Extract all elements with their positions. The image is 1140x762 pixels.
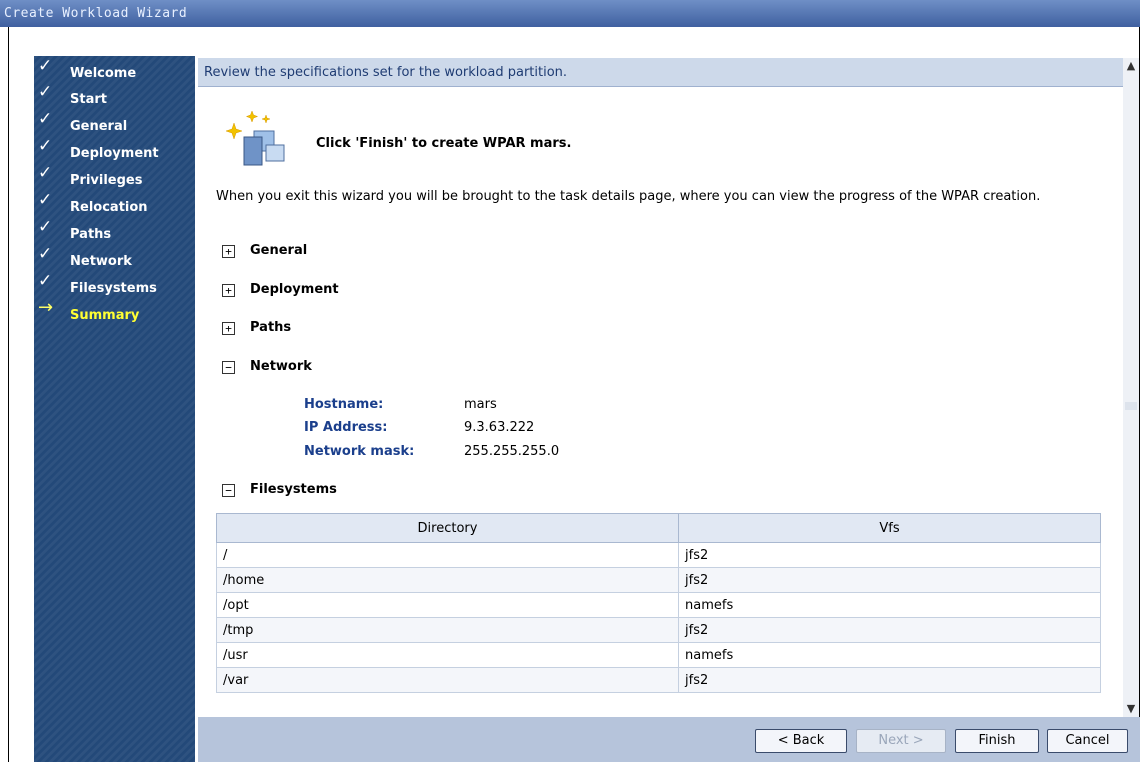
step-general[interactable]: ✓ General (34, 109, 195, 137)
checkmark-icon: ✓ (38, 109, 53, 129)
checkmark-icon: ✓ (38, 244, 53, 264)
wizard-steps-sidebar: ✓ Welcome ✓ Start ✓ General ✓ Deployment ✓ Pr… (34, 56, 195, 762)
directory-cell: / (216, 542, 679, 568)
wizard-sparkle-icon (222, 105, 294, 169)
arrow-right-icon: → (38, 297, 54, 318)
finish-button[interactable]: Finish (955, 729, 1039, 753)
next-button[interactable]: Next > (856, 729, 946, 753)
column-header-directory[interactable]: Directory (216, 513, 679, 543)
vertical-scrollbar[interactable]: ▲ ▼ (1123, 58, 1139, 717)
directory-cell: /opt (216, 592, 679, 618)
wizard-button-bar: < Back Next > Finish Cancel (198, 717, 1140, 762)
cancel-button[interactable]: Cancel (1047, 729, 1128, 753)
table-row[interactable]: /usr namefs (216, 642, 1101, 668)
column-header-vfs[interactable]: Vfs (678, 513, 1101, 543)
step-privileges[interactable]: ✓ Privileges (34, 163, 195, 191)
checkmark-icon: ✓ (38, 56, 53, 76)
expand-icon[interactable]: + (222, 322, 235, 335)
table-row[interactable]: /home jfs2 (216, 567, 1101, 593)
filesystems-table: Directory Vfs / jfs2 /home jfs2 /opt namefs… (216, 513, 1101, 693)
vfs-cell: namefs (678, 642, 1101, 668)
vfs-cell: jfs2 (678, 667, 1101, 693)
expand-icon[interactable]: + (222, 284, 235, 297)
scroll-up-icon[interactable]: ▲ (1123, 58, 1139, 74)
step-deployment[interactable]: ✓ Deployment (34, 136, 195, 164)
ip-address-label: IP Address: (304, 420, 388, 435)
collapse-icon[interactable]: − (222, 361, 235, 374)
directory-cell: /var (216, 667, 679, 693)
checkmark-icon: ✓ (38, 136, 53, 156)
scroll-down-icon[interactable]: ▼ (1123, 701, 1139, 717)
directory-cell: /tmp (216, 617, 679, 643)
hostname-label: Hostname: (304, 397, 384, 412)
window-border-left (8, 27, 9, 762)
back-button[interactable]: < Back (755, 729, 847, 753)
step-filesystems[interactable]: ✓ Filesystems (34, 271, 195, 299)
scrollbar-thumb[interactable] (1125, 402, 1137, 410)
checkmark-icon: ✓ (38, 82, 53, 102)
collapse-icon[interactable]: − (222, 484, 235, 497)
table-row[interactable]: /opt namefs (216, 592, 1101, 618)
table-row[interactable]: /var jfs2 (216, 667, 1101, 693)
intro-text: When you exit this wizard you will be br… (216, 189, 1041, 204)
expand-icon[interactable]: + (222, 245, 235, 258)
step-summary[interactable]: → Summary (34, 297, 195, 326)
window-title: Create Workload Wizard (4, 6, 188, 21)
table-row[interactable]: /tmp jfs2 (216, 617, 1101, 643)
vfs-cell: jfs2 (678, 567, 1101, 593)
step-network[interactable]: ✓ Network (34, 244, 195, 272)
step-relocation[interactable]: ✓ Relocation (34, 190, 195, 218)
table-row[interactable]: / jfs2 (216, 542, 1101, 568)
step-welcome[interactable]: ✓ Welcome (34, 56, 195, 84)
window-titlebar: Create Workload Wizard (0, 0, 1140, 27)
ip-address-value: 9.3.63.222 (464, 420, 535, 435)
vfs-cell: jfs2 (678, 542, 1101, 568)
finish-instruction: Click 'Finish' to create WPAR mars. (316, 136, 572, 151)
network-mask-label: Network mask: (304, 444, 415, 459)
checkmark-icon: ✓ (38, 163, 53, 183)
step-start[interactable]: ✓ Start (34, 82, 195, 110)
vfs-cell: jfs2 (678, 617, 1101, 643)
table-header-row: Directory Vfs (216, 513, 1101, 543)
directory-cell: /usr (216, 642, 679, 668)
checkmark-icon: ✓ (38, 190, 53, 210)
checkmark-icon: ✓ (38, 217, 53, 237)
step-paths[interactable]: ✓ Paths (34, 217, 195, 245)
directory-cell: /home (216, 567, 679, 593)
checkmark-icon: ✓ (38, 271, 53, 291)
page-header: Review the specifications set for the wo… (198, 58, 1123, 87)
hostname-value: mars (464, 397, 497, 412)
vfs-cell: namefs (678, 592, 1101, 618)
summary-panel: Click 'Finish' to create WPAR mars. When… (198, 87, 1123, 717)
page-instructions: Review the specifications set for the wo… (204, 65, 568, 80)
network-mask-value: 255.255.255.0 (464, 444, 560, 459)
